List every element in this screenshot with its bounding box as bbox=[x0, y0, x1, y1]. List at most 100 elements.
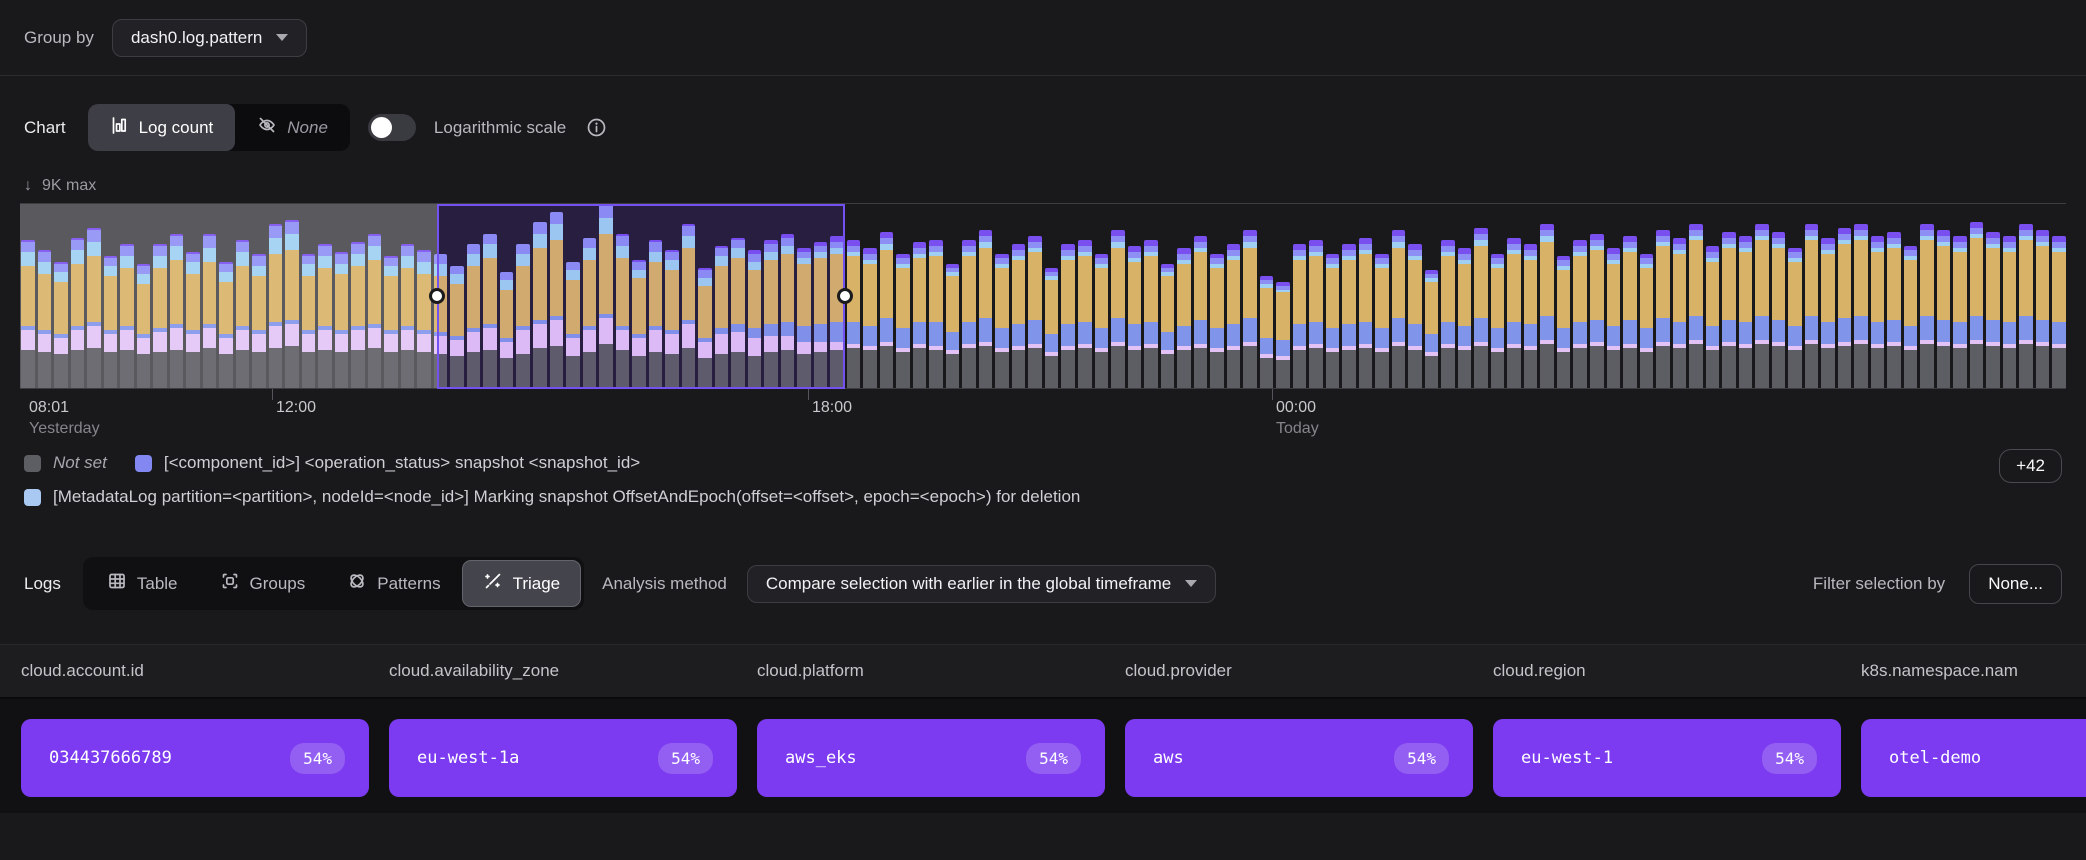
histogram-bar bbox=[1623, 236, 1637, 388]
histogram-bar bbox=[1557, 256, 1571, 388]
patterns-icon bbox=[347, 571, 367, 596]
histogram-bar bbox=[1309, 240, 1323, 388]
magic-wand-icon bbox=[483, 571, 503, 596]
histogram-bar bbox=[1491, 254, 1505, 388]
legend-swatch-not-set bbox=[24, 455, 41, 472]
info-icon[interactable] bbox=[586, 117, 607, 138]
axis-tick-mark bbox=[1272, 389, 1273, 400]
histogram-bar bbox=[1227, 244, 1241, 388]
groups-icon bbox=[220, 571, 240, 596]
group-by-dropdown[interactable]: dash0.log.pattern bbox=[112, 19, 307, 57]
analysis-method-label: Analysis method bbox=[602, 574, 727, 594]
axis-tick-sublabel: Today bbox=[1276, 420, 1319, 438]
histogram-bar bbox=[1326, 254, 1340, 388]
legend-item-pattern-snapshot[interactable]: [<component_id>] <operation_status> snap… bbox=[135, 453, 640, 473]
histogram-bar bbox=[1375, 254, 1389, 388]
chevron-down-icon bbox=[276, 34, 288, 41]
histogram-bar bbox=[962, 240, 976, 388]
table-icon bbox=[107, 571, 127, 596]
logs-toolbar: Logs Table Groups Patterns Triage An bbox=[0, 521, 2086, 610]
histogram-bar bbox=[880, 232, 894, 388]
log-histogram[interactable] bbox=[20, 203, 2066, 389]
histogram-bar bbox=[1474, 228, 1488, 388]
triage-column-header: cloud.platform bbox=[757, 661, 1125, 681]
triage-column-header: cloud.account.id bbox=[21, 661, 389, 681]
axis-tick-mark bbox=[272, 389, 273, 400]
histogram-bar bbox=[1342, 244, 1356, 388]
histogram-bar bbox=[2003, 236, 2017, 388]
toggle-knob bbox=[371, 117, 392, 138]
histogram-bar bbox=[1260, 276, 1274, 388]
histogram-bar bbox=[1194, 236, 1208, 388]
triage-chip-grid: 03443766678954%eu-west-1a54%aws_eks54%aw… bbox=[0, 719, 2086, 797]
histogram-bar bbox=[1012, 244, 1026, 388]
axis-tick-label: 00:00Today bbox=[1276, 399, 1319, 438]
analysis-method-value: Compare selection with earlier in the gl… bbox=[766, 574, 1171, 594]
metric-log-count-label: Log count bbox=[139, 118, 214, 138]
triage-value-chip[interactable]: eu-west-1a54% bbox=[389, 719, 737, 797]
selection-handle-right[interactable] bbox=[837, 288, 853, 304]
histogram-bar bbox=[1607, 248, 1621, 388]
time-selection-brush[interactable] bbox=[437, 204, 845, 389]
chip-percentage-badge: 54% bbox=[1026, 743, 1081, 774]
time-axis: 08:01Yesterday12:0018:0000:00Today bbox=[20, 389, 2066, 447]
histogram-bar bbox=[946, 264, 960, 388]
histogram-bar bbox=[1161, 264, 1175, 388]
histogram-bar bbox=[1590, 234, 1604, 388]
metric-none-button[interactable]: None bbox=[235, 104, 350, 151]
histogram-bar bbox=[1144, 240, 1158, 388]
triage-column-header: cloud.provider bbox=[1125, 661, 1493, 681]
histogram-bar bbox=[1408, 244, 1422, 388]
tab-triage[interactable]: Triage bbox=[462, 560, 582, 607]
legend-item-not-set[interactable]: Not set bbox=[24, 453, 107, 473]
axis-tick-sublabel: Yesterday bbox=[29, 420, 100, 438]
histogram-bar bbox=[1243, 230, 1257, 388]
histogram-bar bbox=[863, 248, 877, 388]
tab-patterns[interactable]: Patterns bbox=[326, 560, 461, 607]
tab-groups[interactable]: Groups bbox=[199, 560, 327, 607]
histogram-bar bbox=[1838, 228, 1852, 388]
histogram-bar bbox=[1871, 236, 1885, 388]
histogram-bar bbox=[1656, 230, 1670, 388]
tab-table[interactable]: Table bbox=[86, 560, 199, 607]
axis-tick-label: 08:01Yesterday bbox=[29, 399, 100, 438]
histogram-bar bbox=[1755, 224, 1769, 388]
bar-chart-icon bbox=[110, 116, 129, 140]
metric-log-count-button[interactable]: Log count bbox=[88, 104, 236, 151]
tab-patterns-label: Patterns bbox=[377, 574, 440, 594]
legend-more-badge[interactable]: +42 bbox=[1999, 449, 2062, 483]
legend-item-pattern-metadatalog[interactable]: [MetadataLog partition=<partition>, node… bbox=[24, 487, 1080, 507]
chart-section-label: Chart bbox=[24, 118, 66, 138]
triage-value-chip[interactable]: aws_eks54% bbox=[757, 719, 1105, 797]
filter-selection-label: Filter selection by bbox=[1813, 574, 1945, 594]
histogram-bar bbox=[1673, 238, 1687, 388]
axis-tick-label: 12:00 bbox=[276, 399, 316, 417]
histogram-bar bbox=[1128, 246, 1142, 388]
histogram-bar bbox=[1458, 248, 1472, 388]
triage-value-chip[interactable]: eu-west-154% bbox=[1493, 719, 1841, 797]
tab-triage-label: Triage bbox=[513, 574, 561, 594]
histogram-bar bbox=[1937, 230, 1951, 388]
histogram-bar bbox=[1177, 248, 1191, 388]
histogram-bar bbox=[1805, 224, 1819, 388]
histogram-bar bbox=[979, 230, 993, 388]
histogram-bar bbox=[1887, 232, 1901, 388]
triage-value-chip[interactable]: 03443766678954% bbox=[21, 719, 369, 797]
histogram-bar bbox=[1970, 222, 1984, 388]
analysis-method-dropdown[interactable]: Compare selection with earlier in the gl… bbox=[747, 565, 1216, 603]
triage-value-chip[interactable]: otel-demo54% bbox=[1861, 719, 2086, 797]
histogram-bar bbox=[1045, 268, 1059, 388]
chip-value: aws bbox=[1153, 748, 1184, 768]
histogram-bar bbox=[1772, 232, 1786, 388]
logs-view-tabs: Table Groups Patterns Triage bbox=[83, 557, 584, 610]
filter-selection-button[interactable]: None... bbox=[1969, 564, 2062, 604]
logarithmic-scale-toggle[interactable] bbox=[368, 114, 416, 141]
histogram-bar bbox=[1293, 244, 1307, 388]
chip-value: eu-west-1 bbox=[1521, 748, 1613, 768]
chip-value: eu-west-1a bbox=[417, 748, 519, 768]
histogram-bar bbox=[1640, 254, 1654, 388]
selection-handle-left[interactable] bbox=[429, 288, 445, 304]
histogram-bar bbox=[1821, 238, 1835, 388]
triage-header-grid: cloud.account.idcloud.availability_zonec… bbox=[0, 661, 2086, 681]
triage-value-chip[interactable]: aws54% bbox=[1125, 719, 1473, 797]
